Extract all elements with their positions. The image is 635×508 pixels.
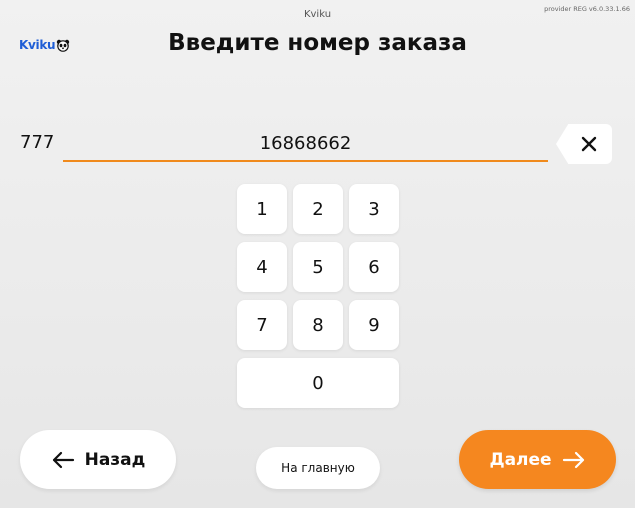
home-button-label: На главную [281,461,355,475]
keypad-key-7[interactable]: 7 [237,300,287,350]
window-title: Kviku [303,9,332,20]
page-title: Введите номер заказа [168,30,467,56]
keypad-key-3[interactable]: 3 [349,184,399,234]
arrow-left-icon [52,451,74,468]
keypad-key-4[interactable]: 4 [237,242,287,292]
arrow-right-icon [562,451,584,468]
back-button-label: Назад [84,449,146,470]
keypad-key-1[interactable]: 1 [237,184,287,234]
back-button[interactable]: Назад [20,430,176,489]
keypad-key-9[interactable]: 9 [349,300,399,350]
order-number-input[interactable] [63,126,548,162]
next-button-label: Далее [489,449,552,470]
next-button[interactable]: Далее [459,430,616,489]
close-icon [581,136,597,152]
keypad-key-5[interactable]: 5 [293,242,343,292]
order-prefix: 777 [20,132,55,153]
keypad-key-8[interactable]: 8 [293,300,343,350]
keypad-key-2[interactable]: 2 [293,184,343,234]
home-button[interactable]: На главную [256,447,380,489]
keypad-key-0[interactable]: 0 [237,358,399,408]
clear-button[interactable] [556,124,612,164]
keypad-key-6[interactable]: 6 [349,242,399,292]
version-label: provider REG v6.0.33.1.66 [544,5,630,13]
